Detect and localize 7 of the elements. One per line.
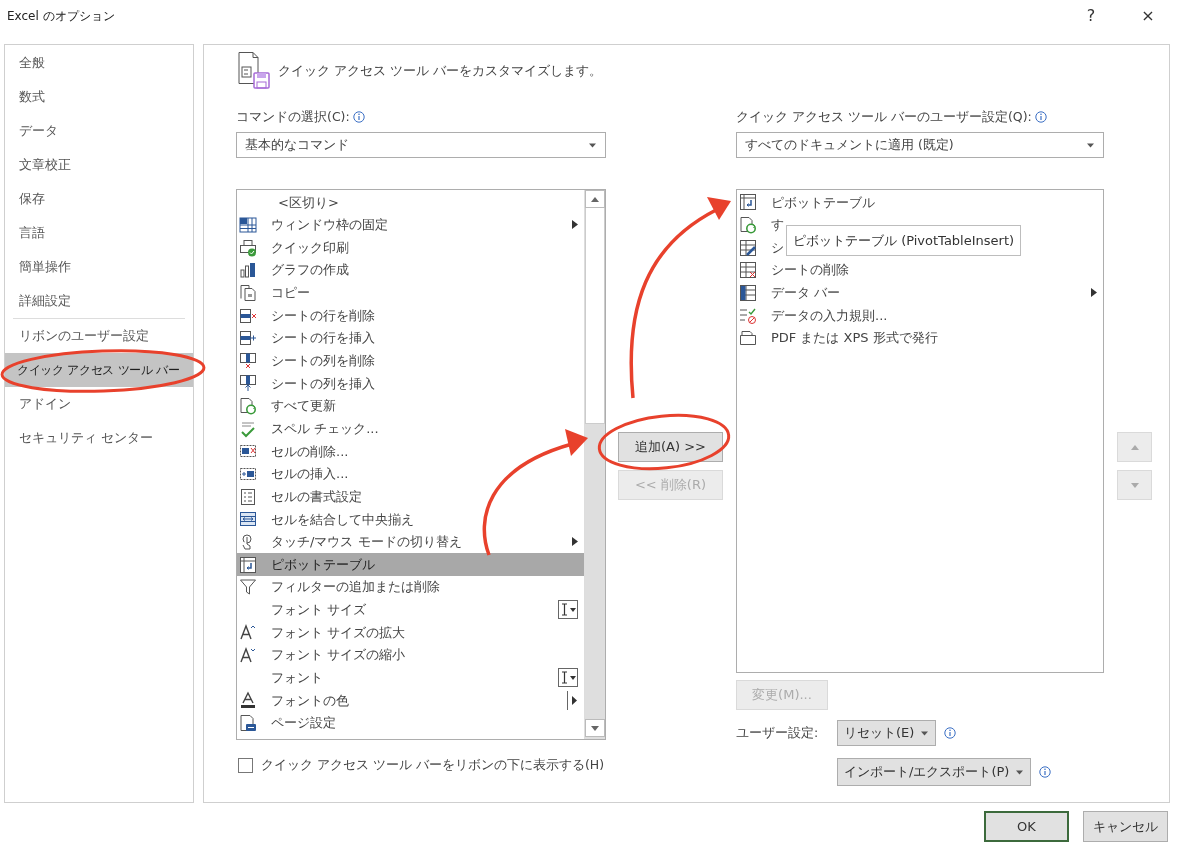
field-label: ユーザー設定:: [736, 723, 820, 742]
checkbox-label: クイック アクセス ツール バーをリボンの下に表示する(H): [261, 756, 605, 774]
field-label: クイック アクセス ツール バーのユーザー設定(Q):: [736, 108, 1032, 126]
page-heading: クイック アクセス ツール バーをカスタマイズします。: [278, 62, 603, 81]
tooltip: ピボットテーブル (PivotTableInsert): [786, 225, 1022, 256]
window-title: Excel のオプション: [7, 8, 115, 25]
field-label: コマンドの選択(C):: [236, 108, 350, 126]
